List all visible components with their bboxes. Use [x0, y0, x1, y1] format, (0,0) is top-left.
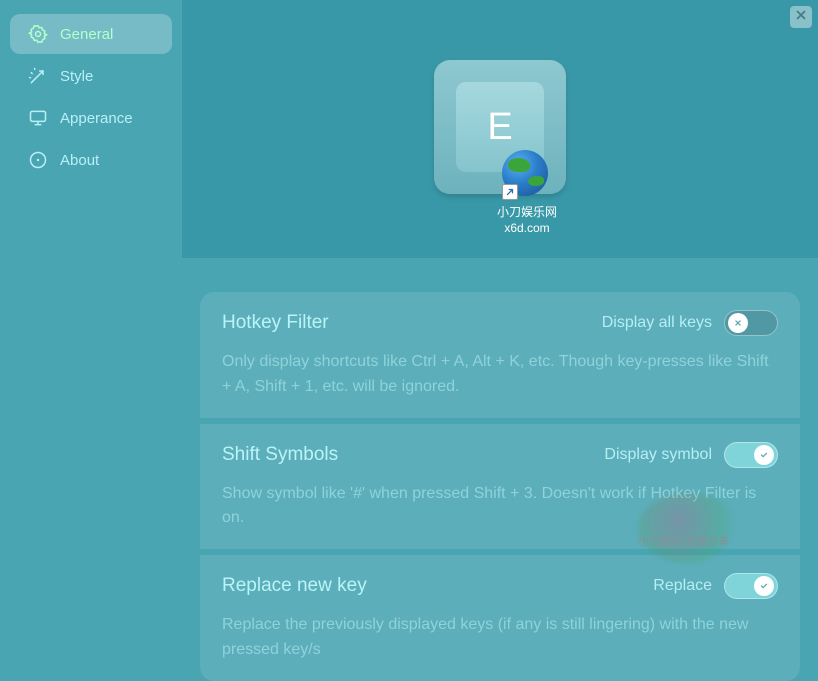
desktop-shortcut[interactable]: 小刀娱乐网 x6d.com [482, 150, 572, 236]
sidebar-item-label: Apperance [60, 110, 133, 127]
toggle-knob [728, 313, 748, 333]
sidebar-item-style[interactable]: Style [10, 56, 172, 96]
setting-description: Show symbol like '#' when pressed Shift … [222, 482, 778, 532]
sidebar-item-appearance[interactable]: Apperance [10, 98, 172, 138]
setting-right-label: Display all keys [602, 314, 712, 332]
monitor-icon [28, 108, 48, 128]
sidebar-item-label: General [60, 26, 113, 43]
setting-right-label: Display symbol [604, 446, 712, 464]
sidebar-item-label: About [60, 152, 99, 169]
close-button[interactable] [790, 6, 812, 28]
settings-list: Hotkey Filter Display all keys Only disp… [182, 258, 818, 681]
shortcut-arrow-icon [502, 184, 518, 200]
sidebar-item-general[interactable]: General [10, 14, 172, 54]
globe-icon [502, 150, 552, 200]
setting-title: Hotkey Filter [222, 312, 329, 334]
setting-hotkey-filter: Hotkey Filter Display all keys Only disp… [200, 292, 800, 418]
toggle-replace-new-key[interactable] [724, 573, 778, 599]
setting-description: Only display shortcuts like Ctrl + A, Al… [222, 350, 778, 400]
desktop-shortcut-line1: 小刀娱乐网 [482, 204, 572, 220]
setting-replace-new-key: Replace new key Replace Replace the prev… [200, 555, 800, 681]
setting-shift-symbols: Shift Symbols Display symbol Show symbol… [200, 424, 800, 550]
sidebar: General Style Apperance About [0, 0, 182, 633]
preview-area: E 小刀娱乐网 x6d.com [182, 0, 818, 258]
toggle-knob [754, 445, 774, 465]
close-icon [794, 8, 808, 27]
toggle-knob [754, 576, 774, 596]
setting-title: Replace new key [222, 575, 367, 597]
sidebar-item-label: Style [60, 68, 93, 85]
wand-icon [28, 66, 48, 86]
toggle-shift-symbols[interactable] [724, 442, 778, 468]
main-content: E 小刀娱乐网 x6d.com Hotkey Filter Display al… [182, 0, 818, 633]
setting-description: Replace the previously displayed keys (i… [222, 613, 778, 663]
gear-icon [28, 24, 48, 44]
toggle-hotkey-filter[interactable] [724, 310, 778, 336]
sidebar-item-about[interactable]: About [10, 140, 172, 180]
info-icon [28, 150, 48, 170]
setting-title: Shift Symbols [222, 444, 338, 466]
setting-right-label: Replace [653, 577, 712, 595]
desktop-shortcut-line2: x6d.com [482, 220, 572, 236]
